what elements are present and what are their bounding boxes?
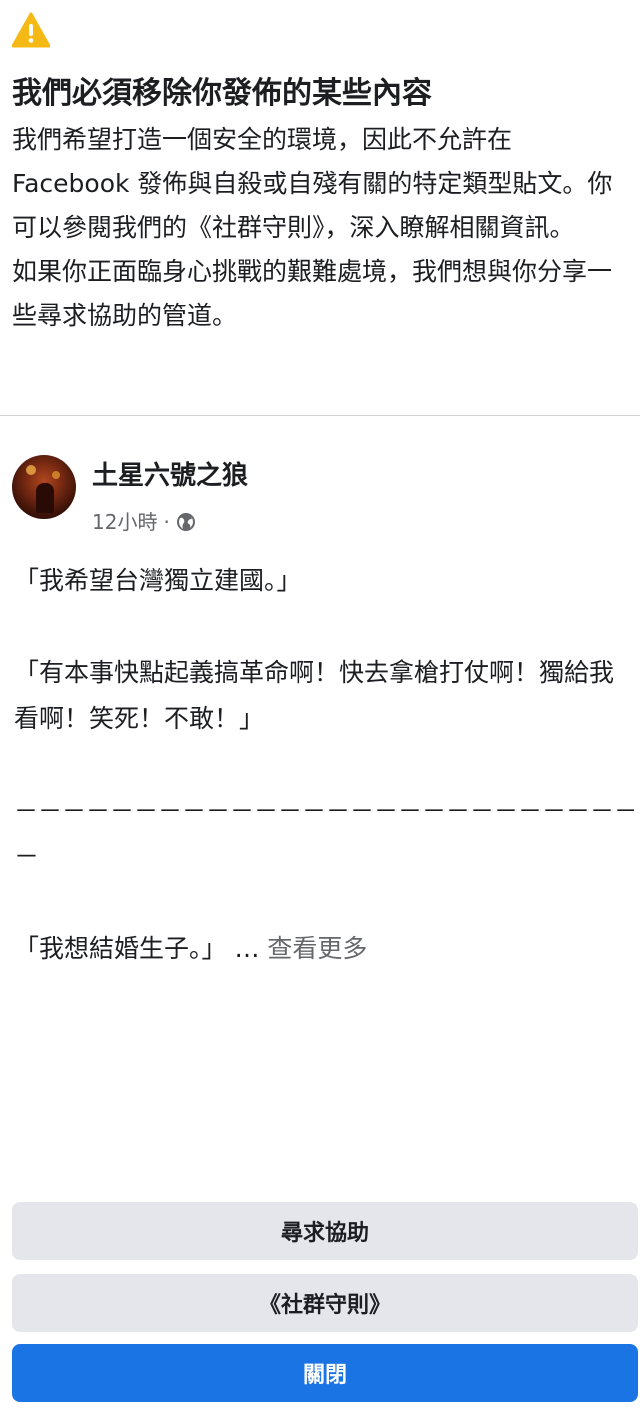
warning-icon: [12, 12, 50, 48]
notice-body: 我們希望打造一個安全的環境，因此不允許在 Facebook 發佈與自殺或自殘有關…: [12, 118, 632, 338]
avatar[interactable]: [12, 455, 76, 519]
author-name[interactable]: 土星六號之狼: [92, 458, 248, 494]
post-body: 「我希望台灣獨立建國。」 「有本事快點起義搞革命啊！快去拿槍打仗啊！獨給我看啊！…: [14, 558, 634, 972]
post-meta: 12小時 ·: [92, 508, 196, 536]
globe-icon: [176, 513, 195, 531]
community-standards-button[interactable]: 《社群守則》: [12, 1274, 638, 1332]
close-button[interactable]: 關閉: [12, 1344, 638, 1402]
meta-separator: ·: [163, 510, 170, 534]
post-divider-line: －－－－－－－－－－－－－－－－－－－－－－－－－－: [14, 797, 634, 825]
notice-title: 我們必須移除你發佈的某些內容: [12, 76, 432, 111]
post-timestamp[interactable]: 12小時: [92, 508, 157, 536]
get-help-button[interactable]: 尋求協助: [12, 1202, 638, 1260]
notice-paragraph-policy: 我們希望打造一個安全的環境，因此不允許在 Facebook 發佈與自殺或自殘有關…: [12, 125, 613, 242]
post-divider-line-cont: －: [14, 842, 40, 871]
post-line-text: 「我想結婚生子。」: [14, 934, 227, 963]
post-line: 「有本事快點起義搞革命啊！快去拿槍打仗啊！獨給我看啊！笑死！不敢！」: [14, 658, 615, 733]
notice-paragraph-help: 如果你正面臨身心挑戰的艱難處境，我們想與你分享一些尋求協助的管道。: [12, 257, 613, 330]
divider: [0, 415, 640, 416]
see-more-link[interactable]: 查看更多: [267, 934, 367, 963]
post-line: 「我想結婚生子。」 … 查看更多: [14, 926, 634, 972]
post-ellipsis: …: [226, 934, 268, 963]
post-line: 「我希望台灣獨立建國。」: [14, 566, 302, 595]
